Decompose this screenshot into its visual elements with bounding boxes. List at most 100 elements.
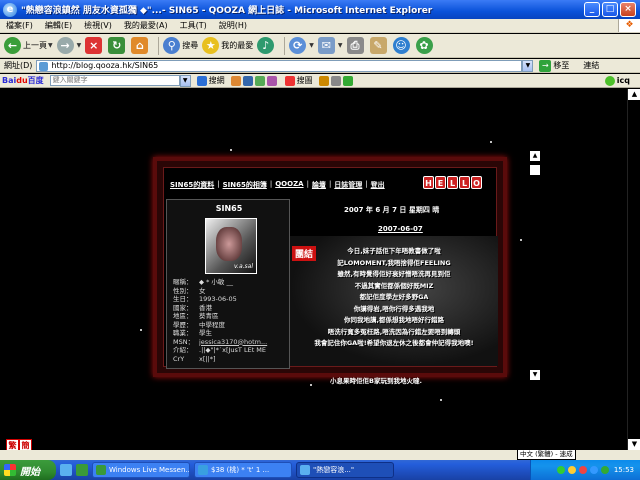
ime-indicator[interactable]: 中文 (繁體) - 速成 <box>517 449 576 460</box>
search-button[interactable]: ⚲ 搜尋 <box>163 37 198 54</box>
page-content: SIN65的資料 | SIN65的相簿 | QOOZA | 論壇 | 日誌管理 … <box>0 89 627 450</box>
nav-forum[interactable]: 論壇 <box>312 180 326 190</box>
sparkle <box>520 239 522 241</box>
go-button[interactable]: → 移至 <box>539 59 569 72</box>
windows-flag-icon <box>4 464 16 476</box>
research-button[interactable]: ✿ <box>415 37 435 54</box>
network-icon[interactable] <box>556 466 565 474</box>
msn-link[interactable]: jessica3170@hotm... <box>199 338 289 347</box>
profile-name: SIN65 <box>215 204 243 213</box>
window-title: "熱戀容浪鎮然 朋友水資孤獨 ◆"...- SIN65 - QOOZA 網上日誌… <box>21 6 433 16</box>
nav-profile[interactable]: SIN65的資料 <box>170 180 214 190</box>
start-button[interactable]: 開始 <box>0 460 56 480</box>
mail-icon: ✉ <box>317 37 335 54</box>
stop-button[interactable]: × <box>85 37 104 54</box>
blog-nav: SIN65的資料 | SIN65的相簿 | QOOZA | 論壇 | 日誌管理 … <box>170 180 385 190</box>
baidu-search-button[interactable]: 搜網 <box>196 75 225 86</box>
task-messenger[interactable]: Windows Live Messen... <box>92 462 190 478</box>
address-input[interactable]: http://blog.qooza.hk/SIN65 <box>36 59 523 72</box>
refresh-button[interactable]: ↻ <box>108 37 127 54</box>
toolbar-divider <box>284 36 286 55</box>
minimize-button[interactable]: _ <box>584 2 600 17</box>
nav-album[interactable]: SIN65的相簿 <box>223 180 267 190</box>
menu-view[interactable]: 檢視(V) <box>84 20 112 31</box>
system-tray: 15:53 <box>530 460 640 480</box>
scroll-up-arrow[interactable]: ▲ <box>628 89 640 100</box>
maximize-button[interactable]: □ <box>602 2 618 17</box>
erase-icon <box>330 75 341 86</box>
mail-button[interactable]: ✉ ▼ <box>317 37 343 54</box>
menu-edit[interactable]: 編輯(E) <box>45 20 72 31</box>
nav-logout[interactable]: 登出 <box>371 180 385 190</box>
hello-badge: H E L L O <box>422 176 482 189</box>
info-row: 地區： 葵青區 <box>173 312 219 320</box>
info-row: 生日： 1993-06-05 <box>173 295 237 303</box>
chevron-down-icon: ▼ <box>76 42 82 49</box>
close-button[interactable]: × <box>620 2 636 17</box>
sparkle <box>230 149 232 151</box>
icq-button[interactable]: icq <box>604 75 630 86</box>
profile-panel: SIN65 v.a.sal 暱稱： ◆ * 小敏 __ 性別：女 生日： 1993-… <box>166 199 290 369</box>
links-button[interactable]: 連結 <box>583 60 599 71</box>
messenger-quicklaunch-icon[interactable] <box>76 464 88 476</box>
blog-frame: SIN65的資料 | SIN65的相簿 | QOOZA | 論壇 | 日誌管理 … <box>153 157 507 377</box>
info-row: 性別：女 <box>173 286 206 295</box>
sparkle <box>140 329 142 331</box>
profile-info: 暱稱： ◆ * 小敏 __ 性別：女 生日： 1993-06-05 國家： 香港 地區… <box>173 278 289 363</box>
media-button[interactable]: ♪ <box>257 37 276 54</box>
post-text: 今日,妹子話佢下年唔教書做了啦 記LOMOMENT,我唔捨得佢FEELING 雖… <box>314 247 474 347</box>
baidu-image-button[interactable]: 搜圖 <box>284 75 313 86</box>
nav-qooza[interactable]: QOOZA <box>275 180 303 190</box>
scroll-thumb[interactable] <box>629 101 640 401</box>
ie-quicklaunch-icon[interactable] <box>60 464 72 476</box>
forward-button[interactable]: → ▼ <box>56 37 82 54</box>
menu-favorites[interactable]: 我的最愛(A) <box>124 20 168 31</box>
baidu-dropdown[interactable]: ▼ <box>179 74 191 87</box>
scroll-down-arrow[interactable]: ▼ <box>628 439 640 450</box>
msn-tray-icon[interactable] <box>600 466 609 474</box>
toolbar: ← 上一頁 ▼ → ▼ × ↻ ⌂ ⚲ 搜尋 ★ 我的最愛 ♪ ⟳ ▼ ✉ ▼ ⎙ ✎ … <box>0 34 640 58</box>
baidu-logo[interactable]: Baidu百度 <box>2 75 44 86</box>
volume-icon[interactable] <box>567 466 576 474</box>
back-button[interactable]: ← 上一頁 ▼ <box>4 37 53 54</box>
pen-icon <box>318 75 329 86</box>
home-button[interactable]: ⌂ <box>131 37 150 54</box>
page-scrollbar[interactable]: ▲ ▼ <box>627 89 640 450</box>
info-row: 職業： 學生 <box>173 329 212 337</box>
baidu-toolbar: Baidu百度 鍵入關鍵字 ▼ 搜網 搜圖 icq <box>0 74 640 88</box>
post-body: 團結 今日,妹子話佢下年唔教書做了啦 記LOMOMENT,我唔捨得佢FEELIN… <box>290 236 498 366</box>
address-dropdown[interactable]: ▼ <box>522 59 534 72</box>
messenger-icon <box>96 465 106 475</box>
history-button[interactable]: ⟳ ▼ <box>289 37 314 54</box>
blog-scroll-thumb[interactable] <box>530 165 540 175</box>
messenger-icon: ☺ <box>392 37 410 54</box>
star-icon: ★ <box>202 37 220 54</box>
menu-help[interactable]: 說明(H) <box>219 20 247 31</box>
menu-bar: 檔案(F) 編輯(E) 檢視(V) 我的最愛(A) 工具(T) 說明(H) ❖ <box>0 19 640 33</box>
nav-manage[interactable]: 日誌管理 <box>334 180 362 190</box>
baidu-search-input[interactable]: 鍵入關鍵字 <box>49 75 180 86</box>
address-label: 網址(D) <box>4 61 33 70</box>
home-icon: ⌂ <box>131 37 149 54</box>
post-bottom-line: 小息果時佢佢B家玩到我地火噠. <box>330 377 422 385</box>
baidu-mp3-button[interactable] <box>230 75 279 86</box>
info-row: CrY x[||*] <box>173 354 216 363</box>
menu-file[interactable]: 檔案(F) <box>6 20 33 31</box>
task-browser[interactable]: "熱戀容浪..." <box>296 462 394 478</box>
messenger-button[interactable]: ☺ <box>392 37 412 54</box>
menu-tools[interactable]: 工具(T) <box>180 20 207 31</box>
bluetooth-icon[interactable] <box>589 466 598 474</box>
edit-button[interactable]: ✎ <box>369 37 389 54</box>
info-row: 介紹： .||◆"|*˙x[JusT LEt ME <box>173 346 267 354</box>
task-chat[interactable]: $38 (桃) * 't' 1 ... <box>194 462 292 478</box>
post-date-link[interactable]: 2007-06-07 <box>378 225 423 233</box>
blog-scroll-up[interactable]: ▲ <box>530 151 540 161</box>
blog-inner: SIN65的資料 | SIN65的相簿 | QOOZA | 論壇 | 日誌管理 … <box>163 167 498 369</box>
baidu-tools[interactable] <box>318 75 355 86</box>
ie-icon: e <box>3 2 17 17</box>
print-button[interactable]: ⎙ <box>346 37 366 54</box>
info-row: 暱稱： ◆ * 小敏 __ <box>173 278 233 286</box>
favorites-button[interactable]: ★ 我的最愛 <box>202 37 253 54</box>
security-icon[interactable] <box>578 466 587 474</box>
blog-scroll-down[interactable]: ▼ <box>530 370 540 380</box>
